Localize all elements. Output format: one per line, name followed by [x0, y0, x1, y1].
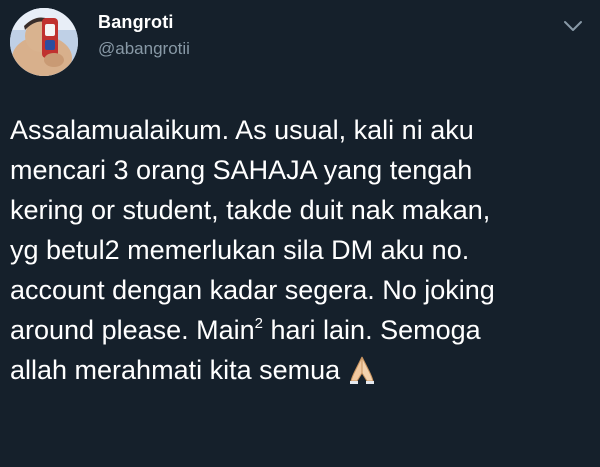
tweet-line: mencari 3 orang SAHAJA yang tengah	[10, 155, 473, 185]
tweet-line: Assalamualaikum. As usual, kali ni aku	[10, 115, 474, 145]
chevron-down-icon[interactable]	[560, 16, 586, 36]
tweet-card: Bangroti @abangrotii Assalamualaikum. As…	[0, 0, 600, 467]
tweet-line: around please. Main2 hari lain. Semoga	[10, 310, 590, 350]
tweet-line: account dengan kadar segera. No joking	[10, 275, 495, 305]
tweet-line: yg betul2 memerlukan sila DM aku no.	[10, 235, 470, 265]
tweet-text: Assalamualaikum. As usual, kali ni aku m…	[10, 110, 590, 390]
tweet-line-part: hari lain. Semoga	[263, 315, 481, 345]
tweet-line-part: around please. Main	[10, 315, 255, 345]
tweet-line: kering or student, takde duit nak makan,	[10, 195, 491, 225]
tweet-line: allah merahmati kita semua	[10, 350, 590, 390]
display-name[interactable]: Bangroti	[98, 12, 174, 33]
folded-hands-icon	[346, 353, 378, 385]
tweet-line-part: allah merahmati kita semua	[10, 355, 341, 385]
avatar-photo-icon	[10, 8, 78, 76]
avatar[interactable]	[10, 8, 78, 76]
superscript: 2	[254, 315, 264, 332]
user-handle[interactable]: @abangrotii	[98, 39, 190, 59]
